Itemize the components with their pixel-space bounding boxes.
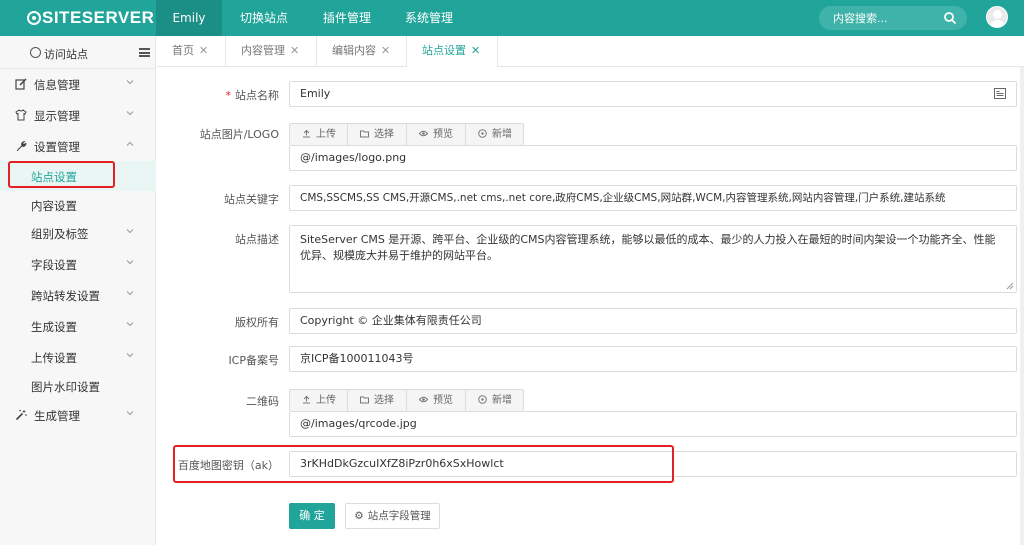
site-fields-button[interactable]: ⚙ 站点字段管理 bbox=[345, 503, 440, 529]
menu-toggle-icon[interactable] bbox=[139, 48, 150, 57]
logo-upload-button[interactable]: 上传 bbox=[290, 124, 348, 145]
tab-label: 站点设置 bbox=[422, 44, 466, 57]
sidebar-item-field-settings[interactable]: 字段设置 bbox=[0, 249, 156, 279]
top-navbar: SITESERVER Emily 切换站点 插件管理 系统管理 bbox=[0, 0, 1024, 36]
icp-input[interactable]: 京ICP备100011043号 bbox=[289, 346, 1017, 372]
sidebar-highlight-annotation bbox=[8, 161, 115, 188]
sidebar-item-label: 跨站转发设置 bbox=[31, 289, 100, 303]
tab-content-management[interactable]: 内容管理 ✕ bbox=[226, 36, 317, 67]
folder-icon bbox=[360, 396, 369, 404]
page-scrollbar[interactable] bbox=[1020, 67, 1024, 545]
wrench-icon bbox=[16, 141, 27, 151]
copyright-label: 版权所有 bbox=[235, 316, 279, 329]
tab-edit-content[interactable]: 编辑内容 ✕ bbox=[317, 36, 407, 67]
logo-text: SITESERVER bbox=[42, 8, 155, 27]
copyright-input[interactable]: Copyright © 企业集体有限责任公司 bbox=[289, 308, 1017, 334]
tab-bar: 首页 ✕ 内容管理 ✕ 编辑内容 ✕ 站点设置 ✕ bbox=[157, 36, 1024, 67]
qrcode-add-button[interactable]: 新增 bbox=[466, 390, 525, 411]
chevron-down-icon bbox=[126, 411, 134, 416]
folder-icon bbox=[360, 130, 369, 138]
sidebar-item-label: 信息管理 bbox=[34, 78, 80, 92]
site-logo-label: 站点图片/LOGO bbox=[199, 128, 279, 141]
close-icon[interactable]: ✕ bbox=[290, 44, 299, 57]
description-textarea[interactable]: SiteServer CMS 是开源、跨平台、企业级的CMS内容管理系统，能够以… bbox=[289, 225, 1017, 293]
sidebar-item-label: 内容设置 bbox=[31, 199, 77, 213]
id-card-icon[interactable] bbox=[994, 88, 1006, 99]
tab-label: 内容管理 bbox=[241, 44, 285, 57]
confirm-button[interactable]: 确 定 bbox=[289, 503, 335, 529]
qrcode-upload-toolbar: 上传 选择 预览 新增 bbox=[289, 389, 524, 411]
resize-handle-icon[interactable] bbox=[1006, 282, 1014, 290]
baidu-key-highlight-annotation bbox=[173, 445, 674, 483]
shirt-icon bbox=[15, 109, 27, 121]
logo-preview-button[interactable]: 预览 bbox=[407, 124, 466, 145]
sidebar-item-label: 生成管理 bbox=[34, 409, 80, 423]
gear-icon: ⚙ bbox=[354, 510, 364, 522]
sidebar-item-label: 上传设置 bbox=[31, 351, 77, 365]
logo-select-button[interactable]: 选择 bbox=[348, 124, 407, 145]
eye-icon bbox=[419, 396, 428, 403]
qrcode-select-button[interactable]: 选择 bbox=[348, 390, 407, 411]
top-search-box bbox=[819, 6, 967, 30]
sidebar-item-cross-site-settings[interactable]: 跨站转发设置 bbox=[0, 280, 156, 310]
search-icon[interactable] bbox=[943, 11, 957, 25]
tab-site-settings[interactable]: 站点设置 ✕ bbox=[407, 36, 498, 67]
qrcode-input[interactable]: @/images/qrcode.jpg bbox=[289, 411, 1017, 437]
nav-site-emily[interactable]: Emily bbox=[156, 0, 222, 36]
nav-switch-site[interactable]: 切换站点 bbox=[233, 0, 295, 36]
visit-site-link[interactable]: 访问站点 bbox=[44, 46, 88, 62]
qrcode-label: 二维码 bbox=[246, 395, 279, 408]
qrcode-preview-button[interactable]: 预览 bbox=[407, 390, 466, 411]
globe-icon bbox=[30, 47, 41, 58]
sidebar-item-label: 生成设置 bbox=[31, 320, 77, 334]
description-label: 站点描述 bbox=[235, 233, 279, 246]
sidebar-item-label: 设置管理 bbox=[34, 140, 80, 154]
tab-home[interactable]: 首页 ✕ bbox=[157, 36, 226, 67]
site-name-input[interactable]: Emily bbox=[289, 81, 1017, 107]
close-icon[interactable]: ✕ bbox=[471, 44, 480, 57]
tab-label: 首页 bbox=[172, 44, 194, 57]
close-icon[interactable]: ✕ bbox=[199, 44, 208, 57]
chevron-down-icon bbox=[126, 291, 134, 296]
siteserver-logo[interactable]: SITESERVER bbox=[27, 8, 154, 28]
chevron-down-icon bbox=[126, 111, 134, 116]
icp-label: ICP备案号 bbox=[228, 354, 279, 367]
sidebar-item-label: 显示管理 bbox=[34, 109, 80, 123]
nav-plugin-management[interactable]: 插件管理 bbox=[316, 0, 378, 36]
magic-wand-icon bbox=[15, 409, 27, 421]
tab-label: 编辑内容 bbox=[332, 44, 376, 57]
qrcode-upload-button[interactable]: 上传 bbox=[290, 390, 348, 411]
user-avatar[interactable] bbox=[986, 6, 1008, 28]
upload-icon bbox=[303, 129, 310, 138]
keywords-label: 站点关键字 bbox=[224, 193, 279, 206]
nav-system-management[interactable]: 系统管理 bbox=[398, 0, 460, 36]
edit-icon bbox=[15, 78, 27, 90]
plus-circle-icon bbox=[478, 395, 487, 404]
site-name-label: * 站点名称 bbox=[225, 89, 280, 102]
logo-add-button[interactable]: 新增 bbox=[466, 124, 525, 145]
content-search-input[interactable] bbox=[833, 10, 943, 26]
plus-circle-icon bbox=[478, 129, 487, 138]
chevron-down-icon bbox=[126, 260, 134, 265]
sidebar-item-label: 字段设置 bbox=[31, 258, 77, 272]
upload-icon bbox=[303, 395, 310, 404]
close-icon[interactable]: ✕ bbox=[381, 44, 390, 57]
eye-icon bbox=[419, 130, 428, 137]
chevron-down-icon bbox=[126, 80, 134, 85]
site-logo-input[interactable]: @/images/logo.png bbox=[289, 145, 1017, 171]
keywords-input[interactable]: CMS,SSCMS,SS CMS,开源CMS,.net cms,.net cor… bbox=[289, 185, 1017, 211]
visit-site-bar: 访问站点 bbox=[0, 36, 156, 69]
logo-upload-toolbar: 上传 选择 预览 新增 bbox=[289, 123, 524, 145]
